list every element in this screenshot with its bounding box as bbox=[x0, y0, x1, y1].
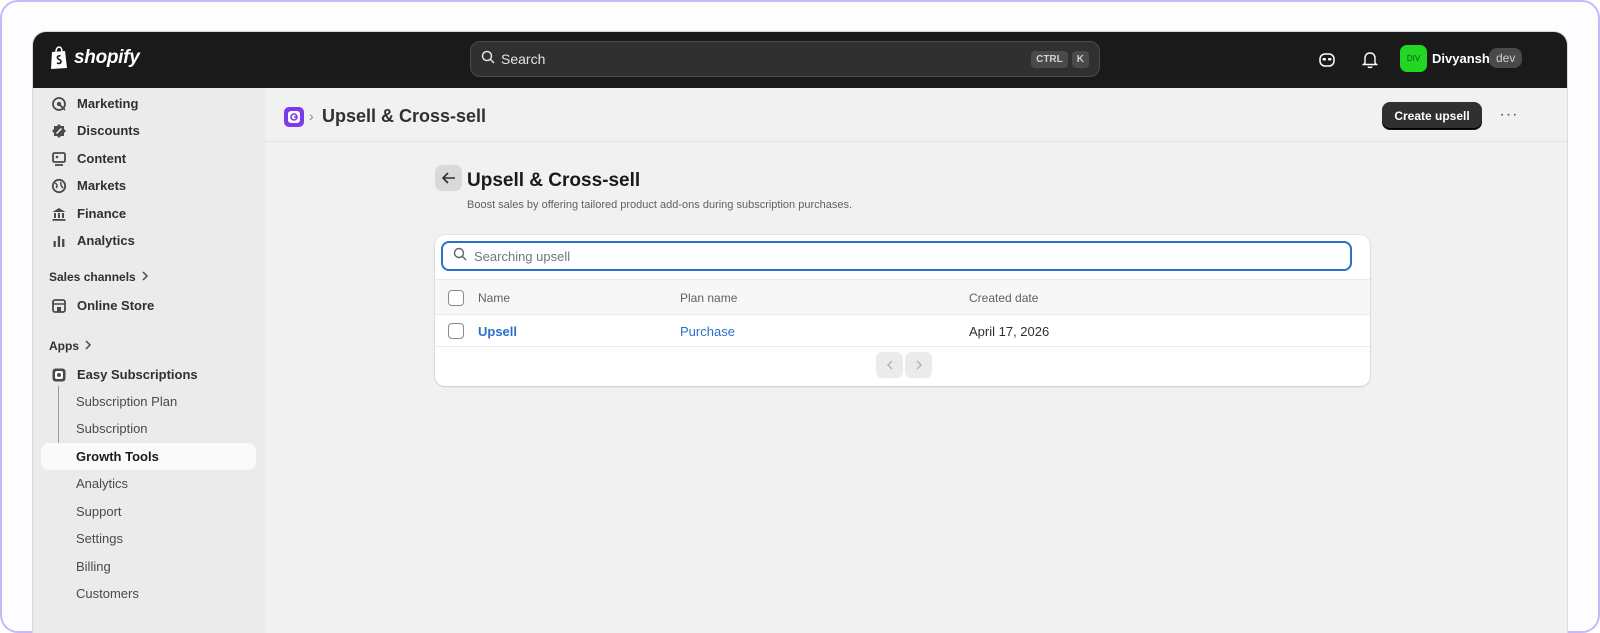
select-all-checkbox[interactable] bbox=[448, 290, 464, 306]
back-button[interactable] bbox=[435, 165, 462, 191]
main-area: › Upsell & Cross-sell Create upsell ··· … bbox=[265, 88, 1567, 633]
env-badge: dev bbox=[1489, 48, 1523, 68]
sidebar-item-online-store[interactable]: Online Store bbox=[41, 292, 256, 319]
previous-page-button[interactable] bbox=[876, 352, 903, 378]
column-header-plan-name[interactable]: Plan name bbox=[680, 291, 737, 305]
sidebar-item-finance[interactable]: Finance bbox=[41, 200, 256, 227]
chevron-right-icon bbox=[84, 339, 92, 353]
plan-name-link[interactable]: Purchase bbox=[680, 324, 735, 339]
sales-channels-heading[interactable]: Sales channels bbox=[49, 270, 149, 284]
discount-icon bbox=[49, 121, 69, 141]
content-icon bbox=[49, 149, 69, 169]
upsell-name-link[interactable]: Upsell bbox=[478, 324, 517, 339]
row-checkbox[interactable] bbox=[448, 323, 464, 339]
globe-icon bbox=[49, 176, 69, 196]
created-date: April 17, 2026 bbox=[969, 324, 1050, 339]
shortcut-k: K bbox=[1071, 50, 1089, 68]
sidebar-item-marketing[interactable]: Marketing bbox=[41, 90, 256, 117]
sidebar-item-label: Discounts bbox=[77, 123, 140, 138]
app-icon bbox=[49, 365, 69, 385]
sidebar-item-label: Online Store bbox=[77, 298, 155, 313]
sidebar-item-content[interactable]: Content bbox=[41, 145, 256, 172]
sidebar-item-label: Content bbox=[77, 151, 127, 166]
content-title: Upsell & Cross-sell bbox=[467, 170, 641, 191]
chevron-right-icon bbox=[141, 270, 149, 284]
arrow-left-icon bbox=[441, 172, 455, 184]
global-search[interactable]: Search CTRL K bbox=[470, 41, 1100, 77]
column-header-created-date[interactable]: Created date bbox=[969, 291, 1038, 305]
sidebar-item-analytics[interactable]: Analytics bbox=[41, 227, 256, 254]
browser-window: shopify Search CTRL K DIV Divyansh dev M… bbox=[32, 31, 1568, 633]
breadcrumb-chevron-icon: › bbox=[309, 108, 314, 124]
column-header-name[interactable]: Name bbox=[478, 291, 510, 305]
shopify-bag-icon bbox=[49, 46, 69, 70]
sidebar-item-label: Easy Subscriptions bbox=[77, 367, 198, 382]
shopify-logo[interactable]: shopify bbox=[49, 46, 140, 70]
page-header: › Upsell & Cross-sell Create upsell ··· bbox=[265, 88, 1567, 142]
sidebar: Marketing Discounts Content Markets Fina… bbox=[33, 88, 265, 633]
content-description: Boost sales by offering tailored product… bbox=[467, 199, 853, 211]
sidebar-subitem-settings[interactable]: Settings bbox=[41, 525, 256, 552]
search-icon bbox=[481, 50, 495, 69]
bell-icon[interactable] bbox=[1359, 49, 1381, 71]
create-upsell-button[interactable]: Create upsell bbox=[1382, 102, 1482, 129]
page-title: Upsell & Cross-sell bbox=[322, 106, 487, 126]
upsell-search-field[interactable] bbox=[441, 241, 1352, 271]
brand-name: shopify bbox=[74, 47, 140, 68]
sidebar-item-discounts[interactable]: Discounts bbox=[41, 117, 256, 144]
top-bar: shopify Search CTRL K DIV Divyansh dev bbox=[33, 32, 1567, 88]
upsell-table-card: Name Plan name Created date Upsell Purch… bbox=[435, 235, 1370, 386]
sidebar-subitem-growth-tools[interactable]: Growth Tools bbox=[41, 443, 256, 470]
bank-icon bbox=[49, 204, 69, 224]
sidebar-item-label: Marketing bbox=[77, 96, 139, 111]
sales-channels-label: Sales channels bbox=[49, 270, 136, 284]
username[interactable]: Divyansh bbox=[1432, 51, 1490, 66]
shortcut-ctrl: CTRL bbox=[1031, 50, 1068, 68]
upsell-search-input[interactable] bbox=[474, 248, 1350, 264]
chevron-right-icon bbox=[915, 360, 922, 370]
more-actions-icon[interactable]: ··· bbox=[1497, 104, 1521, 126]
store-icon bbox=[49, 296, 69, 316]
table-row[interactable]: Upsell Purchase April 17, 2026 bbox=[435, 315, 1370, 347]
sidebar-item-label: Markets bbox=[77, 178, 127, 193]
apps-label: Apps bbox=[49, 339, 79, 353]
sidebar-subitem-billing[interactable]: Billing bbox=[41, 553, 256, 580]
avatar[interactable]: DIV bbox=[1400, 45, 1427, 72]
sidebar-item-label: Analytics bbox=[77, 233, 135, 248]
sidebar-subitem-customers[interactable]: Customers bbox=[41, 580, 256, 607]
app-logo-icon[interactable] bbox=[284, 107, 304, 127]
chevron-left-icon bbox=[886, 360, 893, 370]
search-placeholder: Search bbox=[501, 51, 546, 67]
table-header: Name Plan name Created date bbox=[435, 279, 1370, 315]
sidebar-item-markets[interactable]: Markets bbox=[41, 172, 256, 199]
sidebar-item-easy-subscriptions[interactable]: Easy Subscriptions bbox=[41, 361, 256, 388]
sidebar-item-label: Finance bbox=[77, 206, 127, 221]
sidekick-icon[interactable] bbox=[1316, 49, 1338, 71]
sidebar-subitem-support[interactable]: Support bbox=[41, 498, 256, 525]
sidebar-subitem-subscription-plan[interactable]: Subscription Plan bbox=[41, 388, 256, 415]
bar-chart-icon bbox=[49, 231, 69, 251]
search-icon bbox=[453, 247, 467, 266]
apps-heading[interactable]: Apps bbox=[49, 339, 92, 353]
sidebar-subitem-subscription[interactable]: Subscription bbox=[41, 415, 256, 442]
next-page-button[interactable] bbox=[905, 352, 932, 378]
target-icon bbox=[49, 94, 69, 114]
sidebar-subitem-analytics[interactable]: Analytics bbox=[41, 470, 256, 497]
pagination bbox=[876, 352, 932, 378]
